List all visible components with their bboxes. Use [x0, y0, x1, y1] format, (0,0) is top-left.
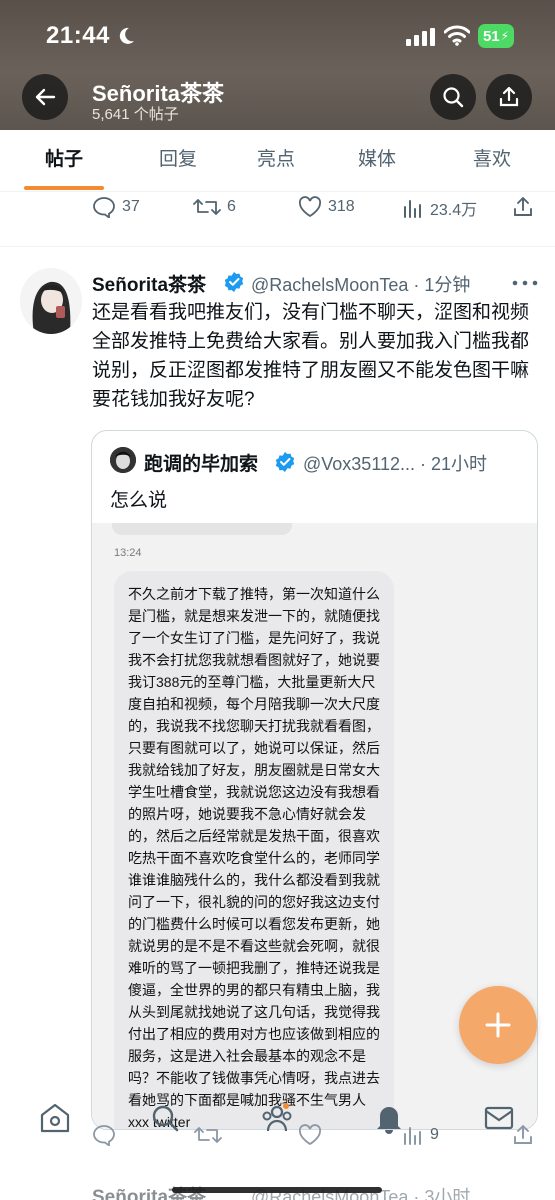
- share-icon: [514, 197, 532, 216]
- views-count: 23.4万: [430, 202, 478, 219]
- quoted-avatar: [110, 447, 136, 473]
- compose-post-button[interactable]: [459, 986, 537, 1064]
- chat-timestamp: 13:24: [114, 547, 142, 559]
- search-icon[interactable]: [148, 1102, 182, 1134]
- verified-badge-icon: [224, 272, 244, 292]
- tab-posts[interactable]: 帖子: [20, 130, 108, 192]
- profile-tabs: 帖子 回复 亮点 媒体 喜欢: [0, 130, 555, 192]
- bottom-navigation: [0, 1090, 555, 1146]
- views-action[interactable]: 23.4万: [402, 196, 477, 220]
- notifications-bell-icon[interactable]: [372, 1102, 406, 1134]
- search-icon: [443, 87, 464, 108]
- share-icon: [499, 86, 519, 107]
- repost-icon: [193, 199, 221, 215]
- battery-level: 51: [482, 27, 500, 45]
- chat-message-bubble: 不久之前才下载了推特，第一次知道什么是门槛，就是想来发泄一下的，就随便找了一个女…: [114, 571, 394, 1129]
- search-button[interactable]: [430, 74, 476, 120]
- status-time: 21:44: [46, 22, 110, 49]
- avatar-illustration: [20, 268, 82, 334]
- back-button[interactable]: [22, 74, 68, 120]
- profile-header: 21:44 51 ⚡ Señorita茶茶 5,641 个帖子: [0, 0, 555, 130]
- verified-badge-icon: [275, 452, 295, 472]
- more-options-icon[interactable]: [512, 280, 538, 286]
- like-action[interactable]: 318: [298, 196, 355, 218]
- reply-count: 37: [122, 198, 140, 215]
- tab-likes[interactable]: 喜欢: [448, 130, 536, 192]
- tweet-divider: [0, 246, 555, 247]
- arrow-left-icon: [35, 88, 56, 106]
- post-count: 5,641 个帖子: [92, 106, 179, 123]
- repost-action[interactable]: 6: [193, 196, 236, 218]
- quoted-author-name: 跑调的毕加索: [144, 454, 259, 475]
- quoted-avatar-illustration: [110, 447, 136, 473]
- quoted-author-handle: @Vox35112... · 21小时: [303, 454, 488, 474]
- share-button[interactable]: [486, 74, 532, 120]
- wifi-icon: [444, 25, 470, 46]
- tab-replies[interactable]: 回复: [134, 130, 222, 192]
- heart-icon: [298, 196, 322, 218]
- battery-indicator: 51 ⚡: [478, 24, 514, 48]
- signal-icon: [406, 28, 435, 46]
- messages-icon[interactable]: [482, 1102, 516, 1134]
- tab-highlights[interactable]: 亮点: [232, 130, 320, 192]
- moon-icon: [119, 27, 134, 44]
- tweet-text: 还是看看我吧推友们，没有门槛不聊天，涩图和视频全部发推特上免费给大家看。别人要加…: [92, 302, 530, 410]
- views-icon: [404, 200, 421, 218]
- communities-icon[interactable]: [260, 1102, 294, 1134]
- reply-icon: [93, 197, 115, 218]
- share-tweet-action[interactable]: [512, 196, 540, 218]
- chat-previous-bubble: [112, 523, 292, 535]
- quoted-tweet-text: 怎么说: [110, 490, 168, 511]
- active-tab-indicator: [24, 186, 104, 190]
- tweet-author-name[interactable]: Señorita茶茶: [92, 270, 206, 297]
- reply-action[interactable]: 37: [92, 196, 140, 218]
- home-icon[interactable]: [38, 1102, 72, 1134]
- home-indicator: [172, 1187, 382, 1193]
- plus-icon: [485, 1012, 511, 1038]
- avatar[interactable]: [20, 268, 82, 334]
- repost-count: 6: [227, 198, 236, 215]
- tweet-author-handle[interactable]: @RachelsMoonTea · 1分钟: [251, 271, 470, 297]
- tab-media[interactable]: 媒体: [333, 130, 421, 192]
- like-count: 318: [328, 198, 355, 215]
